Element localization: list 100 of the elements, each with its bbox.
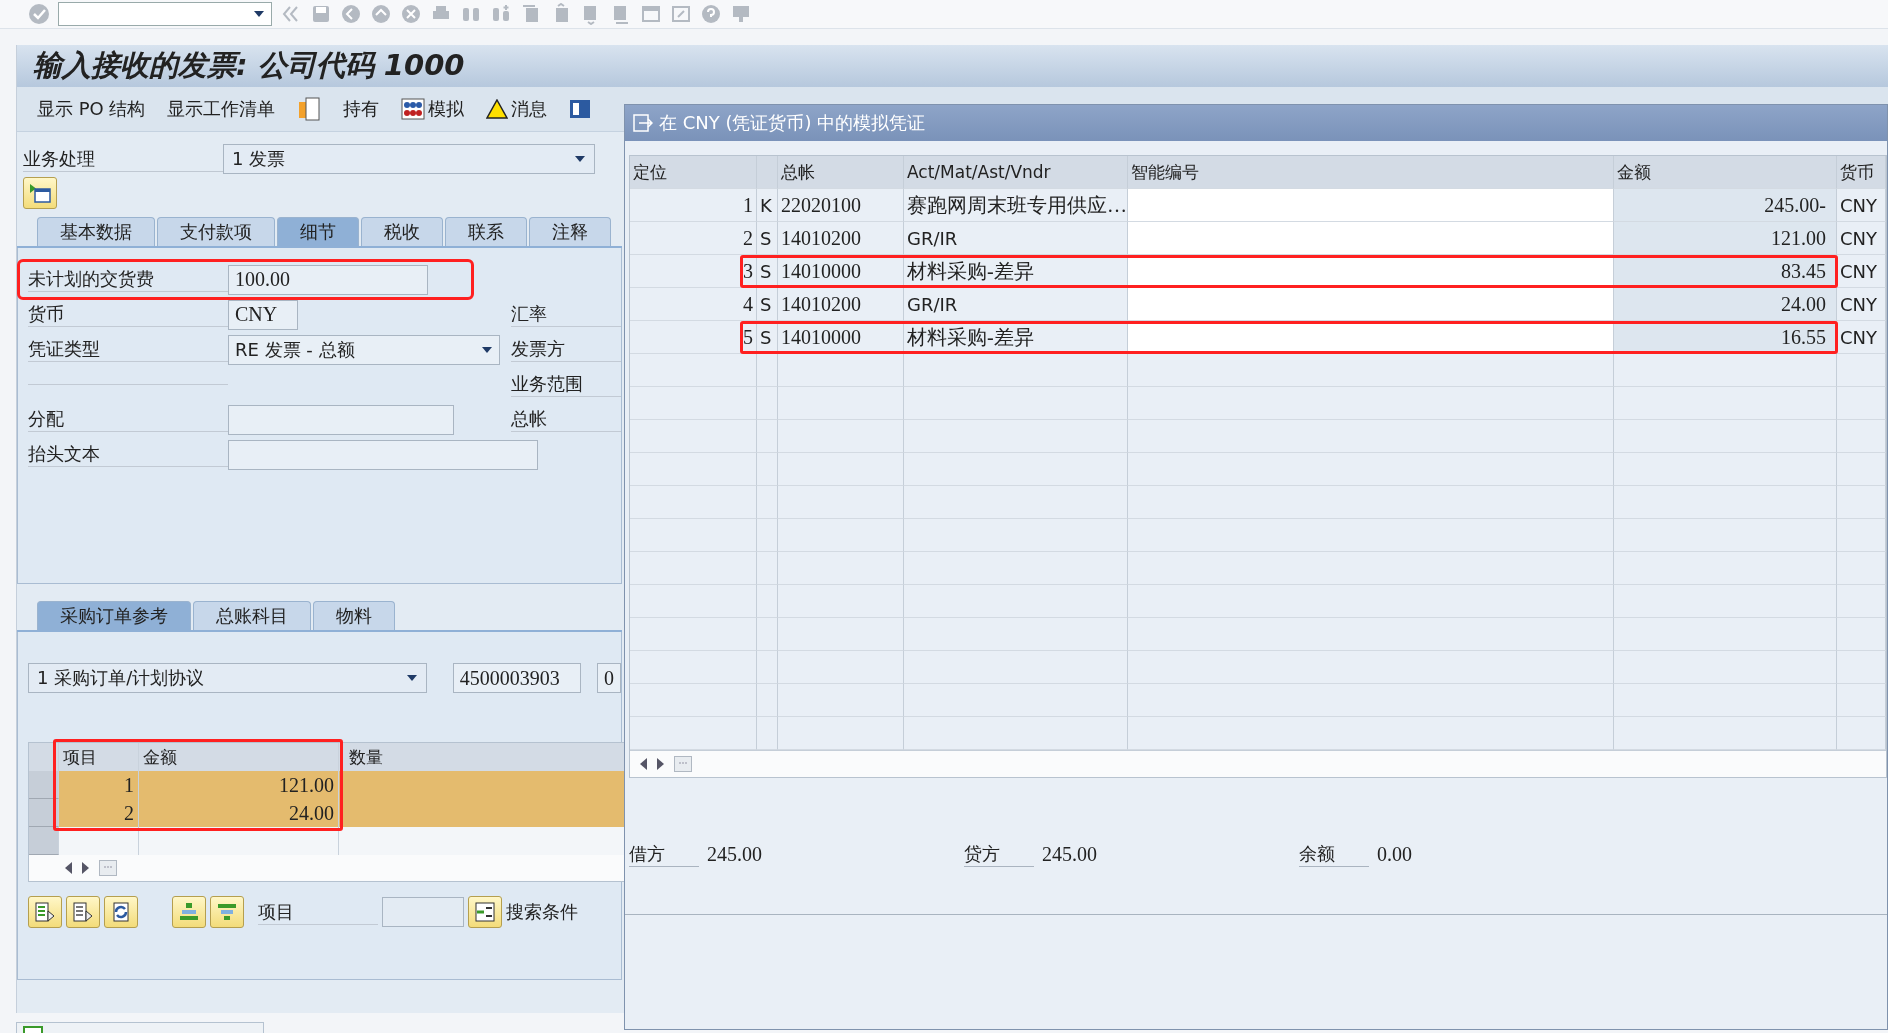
scroll-left-icon[interactable] <box>63 861 73 875</box>
document-arrow-icon <box>34 901 56 923</box>
tab[interactable]: 基本数据 <box>37 217 155 246</box>
grip-dots-icon <box>104 866 112 870</box>
people-icon <box>401 98 426 120</box>
grip-dots-icon <box>679 762 687 766</box>
toolbar-button[interactable] <box>172 896 206 928</box>
input-field[interactable]: 4500003903 <box>452 663 581 693</box>
tree-toggle-button[interactable] <box>23 177 57 209</box>
refresh-button[interactable] <box>104 896 138 928</box>
row-selector[interactable] <box>29 827 59 855</box>
field-label: 项目 <box>258 899 378 925</box>
table-cell <box>757 618 778 651</box>
tab[interactable]: 总账科目 <box>193 601 311 630</box>
table-cell: 1 <box>630 189 757 222</box>
scroll-left-icon[interactable] <box>638 757 648 771</box>
input-field[interactable]: 100.00 <box>228 264 428 295</box>
dropdown-caret-icon[interactable] <box>405 674 418 682</box>
column-header: 金额 <box>139 743 339 771</box>
table-cell <box>1837 585 1886 618</box>
toolbar-button[interactable] <box>66 896 100 928</box>
tab[interactable]: 支付款项 <box>157 217 275 246</box>
table-cell: CNY <box>1837 255 1886 288</box>
table-cell <box>1837 354 1886 387</box>
table-cell: CNY <box>1837 288 1886 321</box>
toolbar-button[interactable] <box>210 896 244 928</box>
field-label: 余额 <box>1299 841 1369 867</box>
tab[interactable]: 注释 <box>529 217 611 246</box>
tab[interactable]: 细节 <box>277 217 359 246</box>
table-cell: 22020100 <box>778 189 904 222</box>
field-value: 245.00 <box>706 842 762 866</box>
back-icon[interactable] <box>340 3 362 25</box>
input-field[interactable]: CNY <box>228 299 298 330</box>
table-cell <box>1837 453 1886 486</box>
table-cell: S <box>757 288 778 321</box>
field-value: 245.00 <box>1041 842 1097 866</box>
table-cell <box>1837 618 1886 651</box>
save-icon[interactable] <box>310 3 332 25</box>
command-field[interactable] <box>58 2 272 26</box>
column-header: Act/Mat/Ast/Vndr <box>904 156 1128 189</box>
field-label: 搜索条件 <box>506 900 578 924</box>
input-field[interactable]: 0 <box>597 663 621 693</box>
table-cell <box>1837 552 1886 585</box>
table-cell: S <box>757 222 778 255</box>
dropdown-caret-icon[interactable] <box>574 155 586 163</box>
tab[interactable]: 物料 <box>313 601 395 630</box>
up-icon[interactable] <box>370 3 392 25</box>
document-type-dropdown[interactable]: 1 采购订单/计划协议 <box>28 663 427 693</box>
document-arrow-icon <box>72 901 94 923</box>
table-cell <box>1837 651 1886 684</box>
input-field[interactable] <box>228 439 538 470</box>
input-field[interactable] <box>382 897 464 927</box>
column-header: 项目 <box>59 743 139 771</box>
input-field[interactable] <box>228 404 454 435</box>
toolbar-button[interactable]: 显示 PO 结构 <box>37 97 146 121</box>
field-value: 0.00 <box>1376 842 1412 866</box>
column-settings-button[interactable] <box>674 756 692 772</box>
table-cell <box>1837 387 1886 420</box>
table-cell <box>757 684 778 717</box>
toolbar-button[interactable]: 模拟 <box>401 97 465 121</box>
table-cell: 245.00- <box>1614 189 1837 222</box>
stack-icon <box>178 901 200 923</box>
dropdown-caret-icon[interactable] <box>481 345 493 354</box>
toolbar-button[interactable]: 消息 <box>486 97 548 121</box>
dropdown-field[interactable]: RE 发票 - 总额 <box>228 334 500 365</box>
table-cell: 4 <box>630 288 757 321</box>
table-cell <box>1837 519 1886 552</box>
layout-icon[interactable] <box>569 99 592 119</box>
field-label: 贷方 <box>964 841 1034 867</box>
shortcut-icon[interactable] <box>670 3 692 25</box>
tab[interactable]: 税收 <box>361 217 443 246</box>
toolbar-button[interactable]: 持有 <box>343 97 380 121</box>
tab[interactable]: 联系 <box>445 217 527 246</box>
table-cell <box>757 651 778 684</box>
table-cell <box>757 552 778 585</box>
field-label: 借方 <box>629 841 699 867</box>
monitor-icon[interactable] <box>730 3 752 25</box>
search-button[interactable] <box>468 896 502 928</box>
tab[interactable]: 采购订单参考 <box>37 601 191 630</box>
new-window-icon[interactable] <box>640 3 662 25</box>
clipboard-icon[interactable] <box>297 96 322 122</box>
toolbar-button[interactable]: 显示工作清单 <box>167 97 276 121</box>
table-cell: 1 <box>59 771 139 799</box>
table-cell <box>1837 684 1886 717</box>
scroll-right-icon[interactable] <box>656 757 666 771</box>
dropdown-caret-icon[interactable] <box>253 10 265 18</box>
table-cell: 2 <box>59 799 139 827</box>
filter-icon <box>216 901 238 923</box>
check-circle-icon[interactable] <box>28 3 50 25</box>
cancel-icon[interactable] <box>400 3 422 25</box>
toolbar-button[interactable] <box>28 896 62 928</box>
column-settings-button[interactable] <box>99 860 117 876</box>
refresh-icon <box>110 901 132 923</box>
table-cell <box>757 453 778 486</box>
transaction-dropdown[interactable]: 1 发票 <box>223 144 595 174</box>
table-cell: K <box>757 189 778 222</box>
field-label: 总帐 <box>511 407 621 432</box>
window-title: 输入接收的发票: 公司代码 1000 <box>17 45 1888 87</box>
help-icon[interactable] <box>700 3 722 25</box>
scroll-right-icon[interactable] <box>81 861 91 875</box>
